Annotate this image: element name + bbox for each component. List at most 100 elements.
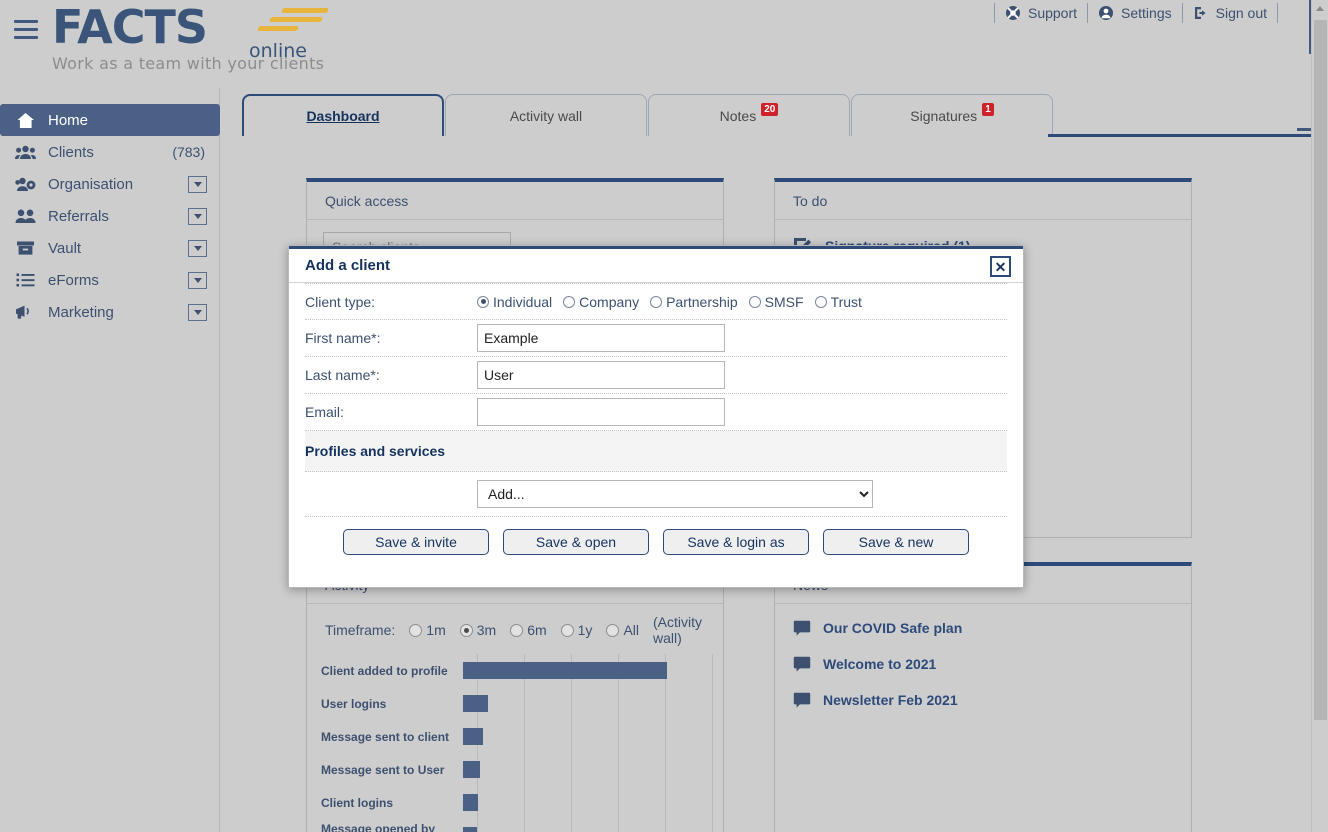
eforms-icon: [14, 271, 36, 289]
client-type-option-partnership[interactable]: Partnership: [650, 294, 738, 310]
save-and-open-button[interactable]: Save & open: [503, 529, 649, 555]
save-and-invite-button[interactable]: Save & invite: [343, 529, 489, 555]
top-nav-settings[interactable]: Settings: [1098, 5, 1172, 21]
radio-company[interactable]: [563, 295, 576, 308]
tab-signatures-label: Signatures: [910, 107, 978, 124]
sidebar-item-clients[interactable]: Clients (783): [0, 136, 219, 168]
news-item-1[interactable]: Welcome to 2021: [775, 646, 1191, 682]
modal-button-row: Save & invite Save & open Save & login a…: [305, 517, 1007, 555]
label-last-name: Last name*:: [305, 367, 380, 383]
app-root: FACTS online Work as a team with your cl…: [0, 0, 1328, 832]
close-icon[interactable]: ✕: [990, 256, 1011, 277]
timeframe-option-1y[interactable]: 1y: [560, 622, 592, 638]
email-input[interactable]: [477, 398, 725, 426]
tab-notes[interactable]: Notes 20: [648, 94, 850, 136]
logo-mark: FACTS online: [52, 4, 329, 62]
add-profile-select[interactable]: Add...: [477, 480, 873, 508]
tab-signatures-badge: 1: [982, 103, 994, 116]
brand-logo[interactable]: FACTS online Work as a team with your cl…: [52, 4, 332, 73]
chart-bar-4: [463, 794, 478, 811]
client-type-option-company[interactable]: Company: [563, 294, 639, 310]
comment-icon: [793, 656, 811, 672]
chevron-down-icon-marketing[interactable]: [188, 303, 207, 321]
client-type-option-individual-label: Individual: [493, 293, 553, 310]
news-item-2[interactable]: Newsletter Feb 2021: [775, 682, 1191, 718]
client-type-option-trust[interactable]: Trust: [814, 294, 862, 310]
radio-3m[interactable]: [459, 623, 473, 637]
hamburger-menu-icon[interactable]: [14, 20, 38, 40]
first-name-input[interactable]: [477, 324, 725, 352]
modal-title-text: Add a client: [305, 257, 391, 274]
lifebuoy-icon: [1005, 6, 1020, 20]
timeframe-option-6m[interactable]: 6m: [510, 622, 547, 638]
nav-divider: [1087, 3, 1089, 23]
radio-1m[interactable]: [409, 623, 423, 637]
timeframe-option-1m[interactable]: 1m: [409, 622, 446, 638]
scrollbar-thumb[interactable]: [1314, 20, 1327, 720]
client-type-option-smsf[interactable]: SMSF: [748, 294, 804, 310]
tab-signatures[interactable]: Signatures 1: [851, 94, 1053, 136]
top-nav-signout[interactable]: Sign out: [1193, 5, 1267, 21]
home-icon: [14, 111, 36, 129]
save-and-new-button[interactable]: Save & new: [823, 529, 969, 555]
top-nav-support-label: Support: [1027, 5, 1078, 21]
activity-bar-chart: Client added to profile User logins Mess…: [321, 654, 713, 832]
radio-individual[interactable]: [477, 295, 489, 308]
sidebar-label-vault: Vault: [48, 239, 82, 257]
sidebar-item-vault[interactable]: Vault: [0, 232, 219, 264]
logo-main-text: FACTS: [52, 0, 208, 54]
timeframe-option-3m[interactable]: 3m: [459, 622, 496, 638]
sidebar-item-eforms[interactable]: eForms: [0, 264, 219, 296]
timeframe-option-1m-label: 1m: [426, 622, 446, 638]
sidebar-item-organisation[interactable]: Organisation: [0, 168, 219, 200]
logo-sub-text: online: [249, 40, 307, 62]
field-row-email: Email:: [305, 394, 1007, 431]
news-item-0[interactable]: Our COVID Safe plan: [775, 604, 1191, 646]
chart-track: [463, 786, 711, 819]
vertical-scrollbar[interactable]: [1311, 0, 1328, 832]
chart-track: [463, 687, 711, 720]
sidebar-item-home[interactable]: Home: [0, 104, 220, 136]
timeframe-option-all-label: All: [623, 622, 639, 638]
tab-activity-wall[interactable]: Activity wall: [445, 94, 647, 136]
client-type-radio-group: Individual Company Partnership SMSF Trus…: [477, 294, 868, 310]
radio-trust[interactable]: [814, 295, 827, 308]
chart-row: Message sent to client: [321, 720, 711, 753]
news-item-0-label: Our COVID Safe plan: [823, 620, 963, 636]
radio-1y[interactable]: [560, 623, 574, 637]
chart-track: [463, 819, 711, 832]
save-and-login-as-button[interactable]: Save & login as: [663, 529, 809, 555]
chart-label-0: Client added to profile: [321, 663, 448, 678]
chevron-down-icon-referrals[interactable]: [188, 207, 207, 225]
sidebar-label-referrals: Referrals: [48, 207, 109, 225]
sidebar-item-referrals[interactable]: Referrals: [0, 200, 219, 232]
last-name-input[interactable]: [477, 361, 725, 389]
radio-all[interactable]: [606, 623, 620, 637]
modal-body: Client type: Individual Company Partners…: [289, 283, 1023, 555]
close-icon-glyph: ✕: [994, 258, 1007, 275]
client-type-option-individual[interactable]: Individual: [477, 294, 552, 310]
radio-6m[interactable]: [510, 623, 524, 637]
timeframe-option-all[interactable]: All: [606, 622, 639, 638]
chevron-down-icon-eforms[interactable]: [188, 271, 207, 289]
sidebar-label-clients: Clients: [48, 143, 94, 161]
scroll-up-arrow-icon[interactable]: [1312, 0, 1328, 17]
sidebar-clients-count: (783): [172, 144, 205, 160]
chevron-down-icon-organisation[interactable]: [188, 175, 207, 193]
comment-icon: [793, 620, 811, 636]
radio-smsf[interactable]: [748, 295, 761, 308]
sidebar-label-eforms: eForms: [48, 271, 99, 289]
top-nav-support[interactable]: Support: [1005, 5, 1077, 21]
chart-label-3: Message sent to User: [321, 762, 445, 777]
tab-notes-badge: 20: [761, 103, 779, 116]
label-first-name: First name*:: [305, 330, 381, 346]
chart-row: Message opened by user: [321, 819, 711, 832]
top-nav-signout-label: Sign out: [1215, 5, 1267, 21]
radio-partnership[interactable]: [650, 295, 663, 308]
timeframe-option-6m-label: 6m: [527, 622, 547, 638]
chart-label-2: Message sent to client: [321, 729, 450, 744]
sidebar-item-marketing[interactable]: Marketing: [0, 296, 219, 328]
tab-dashboard[interactable]: Dashboard: [242, 94, 444, 136]
chevron-down-icon-vault[interactable]: [188, 239, 207, 257]
chart-label-5: Message opened by user: [321, 821, 436, 832]
